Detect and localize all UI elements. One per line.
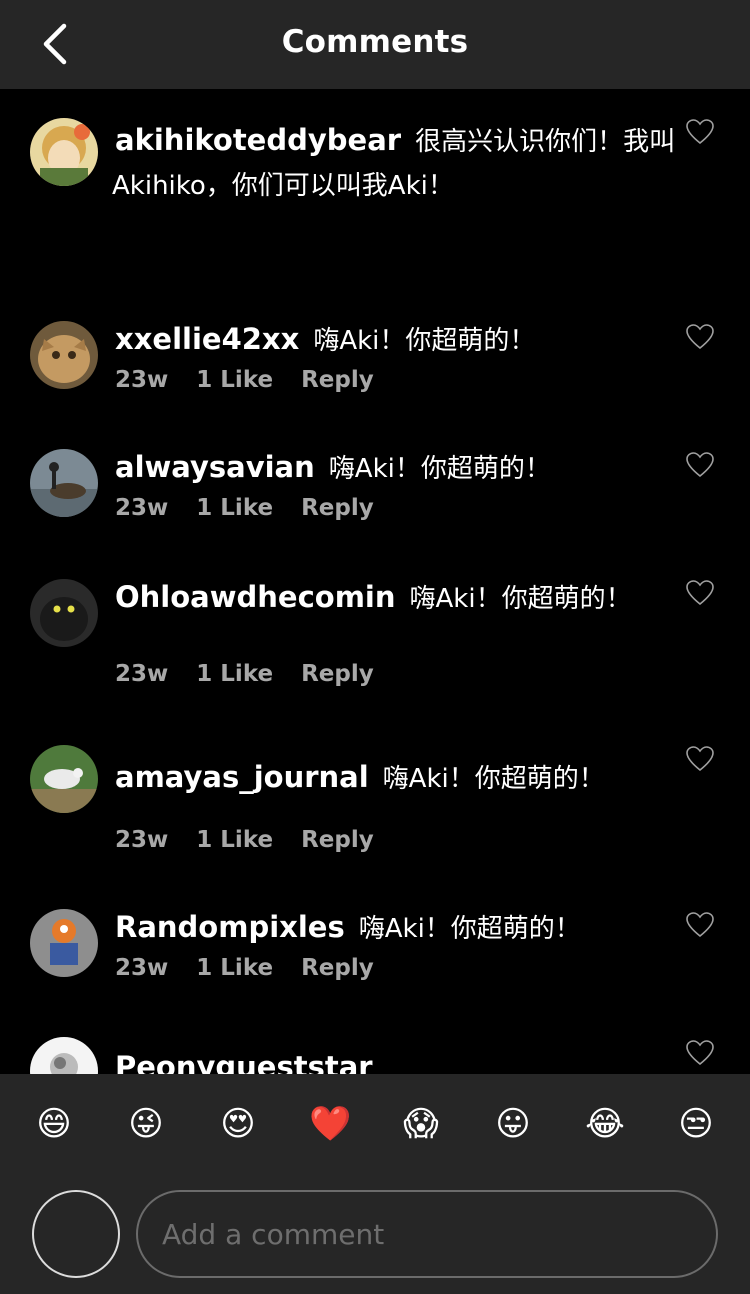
like-button[interactable] [686,452,714,478]
comment-body: 嗨Aki！你超萌的！ [358,914,581,944]
comment-meta: 23w 1 Like Reply [115,495,402,521]
emoji-screaming-icon[interactable]: 😱 [401,1104,441,1144]
emoji-quick-bar: 😄 😜 😍 ❤️ 😱 😛 😂 😒 [0,1104,750,1148]
comment-body: 嗨Aki！你超萌的！ [313,326,536,356]
comment-meta: 23w 1 Like Reply [115,661,402,687]
comment-body: 嗨Aki！你超萌的！ [409,584,632,614]
avatar[interactable] [30,909,98,977]
composer-bar: 😄 😜 😍 ❤️ 😱 😛 😂 😒 [0,1074,750,1294]
comment-age: 23w [115,367,169,393]
comment-username[interactable]: Peonygueststar [115,1050,373,1074]
comment-likes[interactable]: 1 Like [196,661,273,687]
comment-body-line2: Akihiko，你们可以叫我Aki！ [112,171,454,201]
comment-age: 23w [115,661,169,687]
heart-icon [686,580,714,606]
comment-likes[interactable]: 1 Like [196,955,273,981]
comment-username[interactable]: akihikoteddybear [115,123,401,157]
heart-icon [686,1040,714,1066]
comment-likes[interactable]: 1 Like [196,827,273,853]
comment-text: Ohloawdhecomin 嗨Aki！你超萌的！ [115,575,680,621]
reply-button[interactable]: Reply [301,827,374,853]
like-button[interactable] [686,119,714,145]
reply-button[interactable]: Reply [301,367,374,393]
heart-icon [686,119,714,145]
avatar[interactable] [30,118,98,186]
comment-meta: 23w 1 Like Reply [115,955,402,981]
avatar[interactable] [30,745,98,813]
emoji-grinning-icon[interactable]: 😄 [34,1104,74,1144]
comment-text: Peonygueststar [115,1045,680,1074]
emoji-tears-of-joy-icon[interactable]: 😂 [585,1104,625,1144]
comment-meta: 23w 1 Like Reply [115,367,402,393]
avatar[interactable] [30,321,98,389]
comment-age: 23w [115,827,169,853]
comments-list[interactable]: akihikoteddybear 很高兴认识你们！我叫 Akihiko，你们可以叫… [0,89,750,1074]
avatar[interactable] [30,1037,98,1074]
avatar[interactable] [30,579,98,647]
emoji-heart-eyes-icon[interactable]: 😍 [218,1104,258,1144]
comment-body: 很高兴认识你们！我叫 [415,127,676,157]
heart-icon [686,912,714,938]
emoji-red-heart-icon[interactable]: ❤️ [309,1104,351,1144]
comment-text: amayas_journal 嗨Aki！你超萌的！ [115,755,680,801]
comment-meta: 23w 1 Like Reply [115,827,402,853]
like-button[interactable] [686,912,714,938]
like-button[interactable] [686,324,714,350]
like-button[interactable] [686,580,714,606]
current-user-avatar[interactable] [32,1190,120,1278]
comment-likes[interactable]: 1 Like [196,367,273,393]
reply-button[interactable]: Reply [301,495,374,521]
comment-body: 嗨Aki！你超萌的！ [382,764,605,794]
comment-input[interactable] [136,1190,718,1278]
comment-body: 嗨Aki！你超萌的！ [328,454,551,484]
comment-text: Randompixles 嗨Aki！你超萌的！ [115,905,680,951]
comment-username[interactable]: alwaysavian [115,450,315,484]
page-title: Comments [281,24,469,60]
comment-username[interactable]: Ohloawdhecomin [115,580,396,614]
comment-username[interactable]: xxellie42xx [115,322,299,356]
comment-text: alwaysavian 嗨Aki！你超萌的！ [115,445,680,491]
emoji-winking-tongue-icon[interactable]: 😜 [126,1104,166,1144]
comment-username[interactable]: Randompixles [115,910,345,944]
heart-icon [686,746,714,772]
top-bar: Comments [0,0,750,89]
like-button[interactable] [686,746,714,772]
emoji-tongue-icon[interactable]: 😛 [493,1104,533,1144]
comment-age: 23w [115,495,169,521]
avatar[interactable] [30,449,98,517]
comment-username[interactable]: amayas_journal [115,760,369,794]
heart-icon [686,452,714,478]
reply-button[interactable]: Reply [301,661,374,687]
comment-text: xxellie42xx 嗨Aki！你超萌的！ [115,317,680,363]
comment-age: 23w [115,955,169,981]
comment-likes[interactable]: 1 Like [196,495,273,521]
reply-button[interactable]: Reply [301,955,374,981]
comment-text: akihikoteddybear 很高兴认识你们！我叫 Akihiko，你们可以叫… [112,118,677,208]
emoji-unamused-icon[interactable]: 😒 [676,1104,716,1144]
heart-icon [686,324,714,350]
like-button[interactable] [686,1040,714,1066]
